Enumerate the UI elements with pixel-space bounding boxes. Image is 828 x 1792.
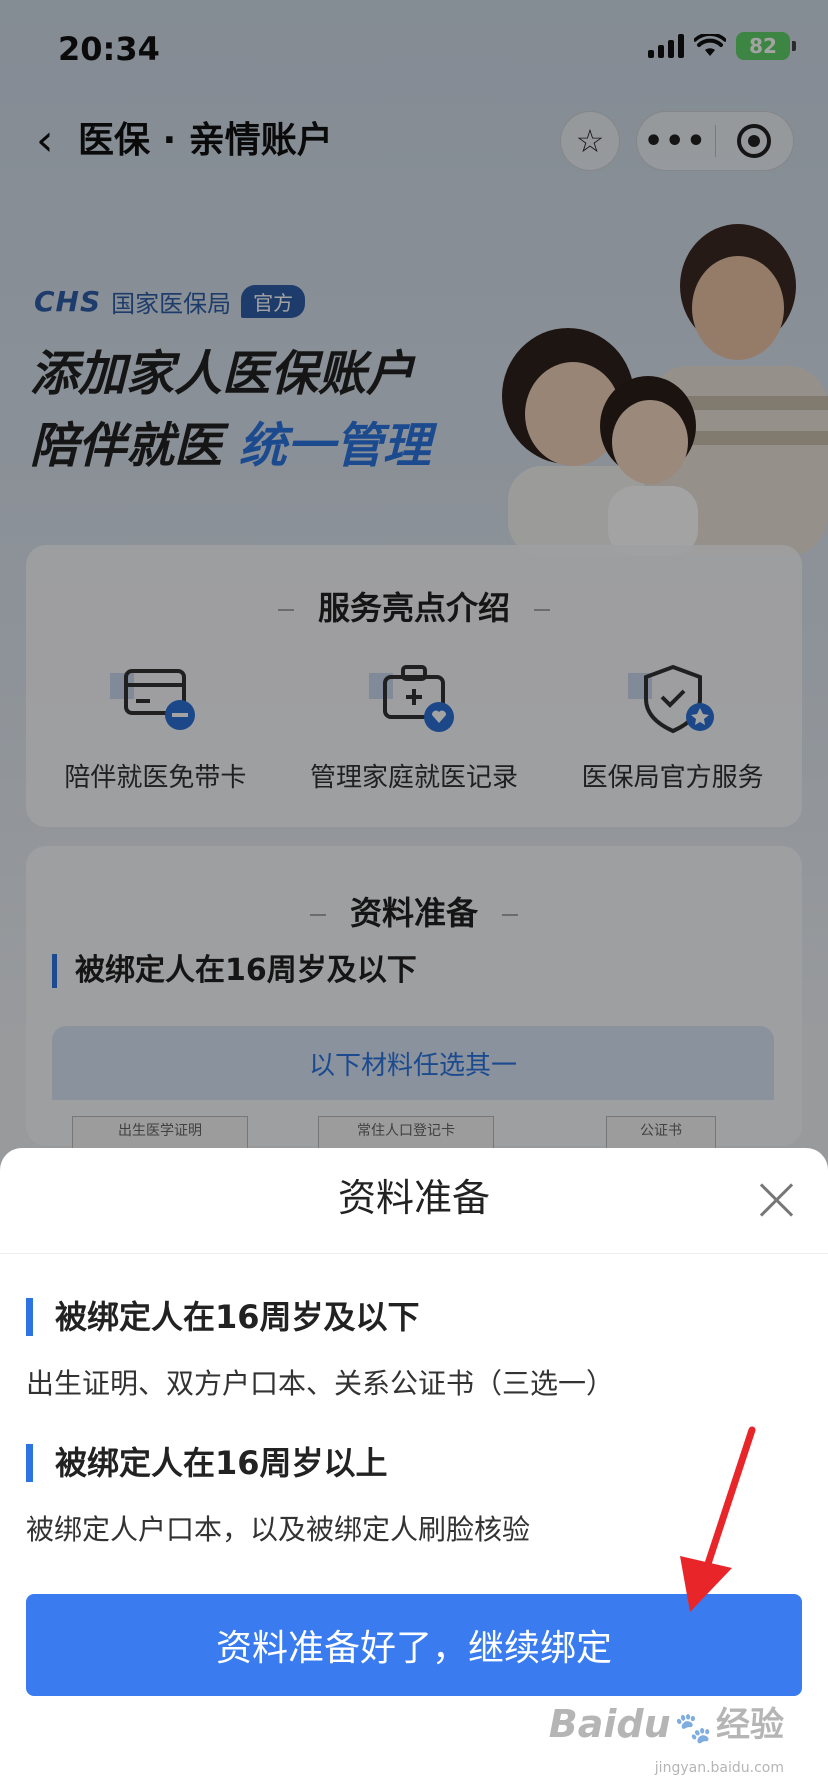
watermark-suffix: 经验 bbox=[716, 1705, 784, 1745]
requirement-heading-under-16: 被绑定人在16周岁及以下 bbox=[26, 1298, 420, 1336]
annotation-arrow-icon bbox=[680, 1426, 756, 1612]
baidu-watermark: Baidu 🐾 经验 bbox=[549, 1697, 784, 1746]
sheet-header: 资料准备 bbox=[0, 1148, 828, 1254]
close-icon[interactable] bbox=[754, 1178, 798, 1222]
requirement-text-under-16: 出生证明、双方户口本、关系公证书（三选一） bbox=[26, 1367, 615, 1400]
sheet-title: 资料准备 bbox=[337, 1176, 490, 1220]
requirement-heading-over-16: 被绑定人在16周岁以上 bbox=[26, 1444, 388, 1482]
watermark-brand: Baidu bbox=[548, 1702, 671, 1746]
requirement-text-over-16: 被绑定人户口本，以及被绑定人刷脸核验 bbox=[26, 1513, 531, 1546]
watermark-url: jingyan.baidu.com bbox=[654, 1760, 784, 1776]
paw-icon: 🐾 bbox=[674, 1711, 712, 1746]
